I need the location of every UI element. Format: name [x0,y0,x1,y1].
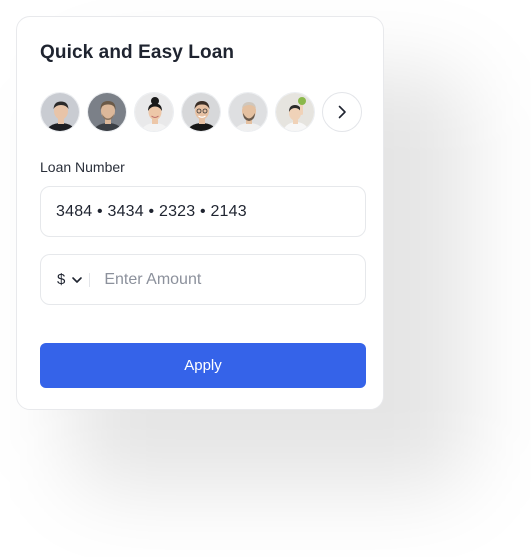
avatar-1[interactable] [40,92,80,132]
avatar-list [40,92,362,132]
amount-field: $ [40,254,366,305]
chevron-down-icon [72,276,83,283]
avatar-3[interactable] [134,92,174,132]
loan-number-field[interactable]: 3484 • 3434 • 2323 • 2143 [40,186,366,237]
avatar-6[interactable] [275,92,315,132]
loan-number-value: 3484 • 3434 • 2323 • 2143 [56,202,247,220]
loan-number-label: Loan Number [40,159,125,175]
avatar-5[interactable] [228,92,268,132]
apply-button[interactable]: Apply [40,343,366,388]
next-avatars-button[interactable] [322,92,362,132]
loan-card: Quick and Easy Loan Loan Number 3484 • 3… [16,16,384,410]
avatar-3-image [135,93,173,131]
avatar-4-image [182,93,220,131]
chevron-right-icon [338,105,346,119]
stage: Quick and Easy Loan Loan Number 3484 • 3… [0,0,531,557]
avatar-6-image [276,93,314,131]
avatar-2[interactable] [87,92,127,132]
amount-input[interactable] [90,254,327,305]
currency-symbol: $ [57,271,66,288]
avatar-2-image [88,93,126,131]
avatar-1-image [41,93,79,131]
avatar-4[interactable] [181,92,221,132]
card-title: Quick and Easy Loan [40,42,235,63]
avatar-5-image [229,93,267,131]
currency-select[interactable]: $ [41,255,89,304]
